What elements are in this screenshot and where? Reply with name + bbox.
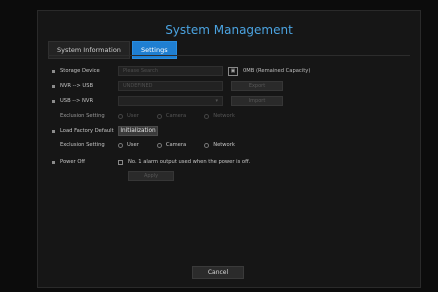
tab-system-information[interactable]: System Information <box>48 41 130 59</box>
import-button[interactable]: Import <box>231 96 283 106</box>
page-title: System Management <box>165 23 293 37</box>
exclusion-setting-label: Exclusion Setting <box>60 142 105 148</box>
factory-default-row: Load Factory Default Initialization <box>52 125 158 137</box>
storage-device-label: Storage Device <box>60 68 100 74</box>
nvr-to-usb-label: NVR --> USB <box>60 83 94 89</box>
alarm-output-text: No. 1 alarm output used when the power i… <box>128 159 251 165</box>
apply-button[interactable]: Apply <box>128 171 174 181</box>
exclusion-setting-row-1: Exclusion Setting User Camera Network <box>52 110 253 122</box>
storage-device-field[interactable]: Please Search <box>118 66 223 76</box>
nvr-to-usb-row: NVR --> USB UNDEFINED Export <box>52 80 283 92</box>
tab-settings[interactable]: Settings <box>131 41 177 59</box>
exclusion-camera-option[interactable]: Camera <box>156 142 186 148</box>
exclusion-network-option[interactable]: Network <box>204 142 235 148</box>
initialization-button[interactable]: Initialization <box>118 126 158 136</box>
exclusion-setting-label: Exclusion Setting <box>60 113 105 119</box>
exclusion-user-option[interactable]: User <box>118 113 139 119</box>
bullet-icon <box>52 99 55 103</box>
usb-to-nvr-select[interactable]: ▾ <box>118 96 223 106</box>
usb-to-nvr-label: USB --> NVR <box>60 98 94 104</box>
alarm-output-checkbox[interactable] <box>118 159 123 165</box>
usb-to-nvr-row: USB --> NVR ▾ Import <box>52 95 283 107</box>
exclusion-setting-row-2: Exclusion Setting User Camera Network <box>52 139 253 151</box>
exclusion-network-option[interactable]: Network <box>204 113 235 119</box>
storage-device-row: Storage Device Please Search ▣ 0MB (Rema… <box>52 65 310 77</box>
tab-divider <box>48 55 410 56</box>
nvr-to-usb-field[interactable]: UNDEFINED <box>118 81 223 91</box>
bullet-icon <box>52 84 55 88</box>
exclusion-user-option[interactable]: User <box>118 142 139 148</box>
folder-icon[interactable]: ▣ <box>228 66 238 76</box>
remaining-capacity-text: 0MB (Remained Capacity) <box>243 68 311 74</box>
chevron-down-icon: ▾ <box>215 98 218 104</box>
tab-bar: System Information Settings <box>48 41 177 59</box>
bullet-icon <box>52 129 55 133</box>
exclusion-camera-option[interactable]: Camera <box>156 113 186 119</box>
system-management-panel: System Management System Information Set… <box>37 10 421 288</box>
power-off-label: Power Off <box>60 159 85 165</box>
factory-default-label: Load Factory Default <box>60 128 114 134</box>
power-off-row: Power Off No. 1 alarm output used when t… <box>52 156 250 168</box>
export-button[interactable]: Export <box>231 81 283 91</box>
apply-row: Apply <box>128 170 174 182</box>
cancel-button[interactable]: Cancel <box>192 266 244 279</box>
bullet-icon <box>52 160 55 164</box>
bullet-icon <box>52 69 55 73</box>
